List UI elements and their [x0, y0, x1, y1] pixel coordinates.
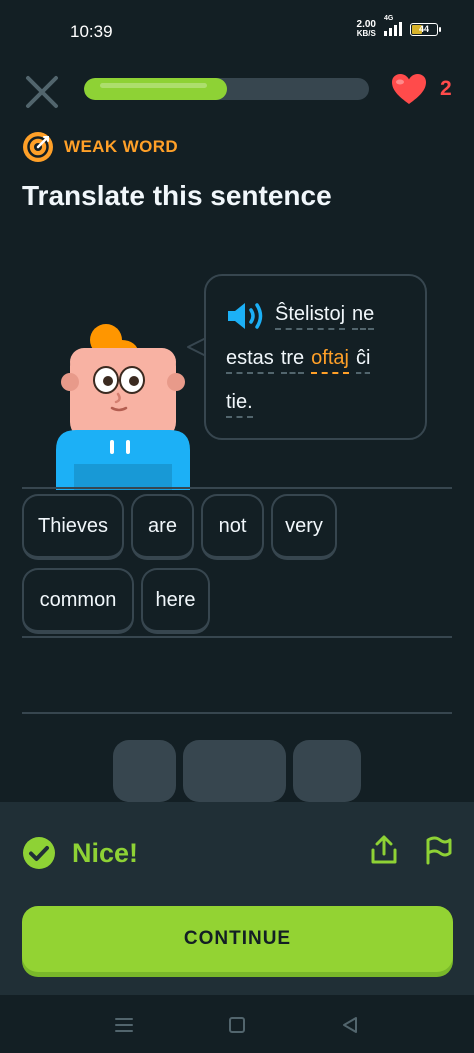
home-icon[interactable]	[225, 1013, 249, 1037]
battery-icon: 44	[410, 22, 441, 36]
answer-word-chip[interactable]: here	[141, 568, 210, 634]
back-icon[interactable]	[338, 1013, 362, 1037]
prompt-line-3: tie.	[226, 382, 405, 426]
flag-icon	[426, 836, 452, 865]
answer-line	[22, 712, 452, 714]
character-illustration	[56, 324, 190, 490]
word-bank-slot	[293, 740, 361, 802]
prompt-bubble: Ŝtelistoj ne estas tre oftaj ĉi tie.	[204, 274, 427, 440]
answer-line	[22, 487, 452, 489]
menu-icon[interactable]	[112, 1013, 136, 1037]
status-bar: 10:39 2.00 KB/S 4G 44	[0, 0, 474, 60]
hearts[interactable]: 2	[390, 72, 452, 106]
share-icon	[371, 835, 397, 864]
word-bank-slot	[183, 740, 286, 802]
feedback-message: Nice!	[72, 837, 139, 868]
heart-icon	[392, 74, 426, 104]
prompt-line-2: estas tre oftaj ĉi	[226, 338, 405, 382]
word-bank-slot	[113, 740, 176, 802]
status-time: 10:39	[70, 22, 113, 41]
feedback-panel: Nice! CONTINUE	[0, 802, 474, 995]
answer-word-chip[interactable]: are	[131, 494, 194, 560]
share-button[interactable]	[368, 834, 400, 866]
target-icon	[23, 132, 53, 162]
speaker-icon[interactable]	[226, 300, 268, 332]
answer-word-chip[interactable]: Thieves	[22, 494, 124, 560]
prompt-word[interactable]: ne	[352, 302, 375, 330]
prompt-word[interactable]: estas	[226, 346, 274, 374]
lesson-header: 2	[0, 66, 474, 116]
continue-button[interactable]: CONTINUE	[22, 906, 453, 972]
heart-count: 2	[440, 77, 452, 100]
prompt-word[interactable]: Ŝtelistoj	[275, 302, 346, 330]
answer-word-chip[interactable]: very	[271, 494, 337, 560]
battery-level: 44	[418, 24, 429, 34]
prompt-word[interactable]: ĉi	[355, 346, 371, 374]
prompt-word[interactable]: tre	[280, 346, 305, 374]
weak-word-tag: WEAK WORD	[22, 131, 178, 163]
answer-word-chip[interactable]: common	[22, 568, 134, 634]
system-nav-bar	[0, 995, 474, 1053]
feedback-result: Nice!	[22, 836, 138, 870]
network-speed: 2.00 KB/S	[356, 19, 376, 39]
report-button[interactable]	[422, 834, 454, 866]
answer-word-chip[interactable]: not	[201, 494, 264, 560]
lesson-progress-bar	[84, 78, 369, 100]
close-button[interactable]	[22, 72, 62, 112]
signal-icon: 4G	[384, 15, 402, 36]
check-icon	[23, 837, 55, 869]
progress-fill	[84, 78, 227, 100]
prompt-word[interactable]: tie.	[226, 390, 253, 418]
prompt-word-highlighted[interactable]: oftaj	[311, 346, 349, 374]
answer-line	[22, 636, 452, 638]
weak-word-label: WEAK WORD	[64, 137, 179, 156]
close-icon	[26, 76, 58, 108]
page-title: Translate this sentence	[22, 180, 332, 211]
status-icons: 2.00 KB/S 4G 44	[356, 15, 441, 39]
prompt-line-1: Ŝtelistoj ne	[226, 294, 405, 338]
